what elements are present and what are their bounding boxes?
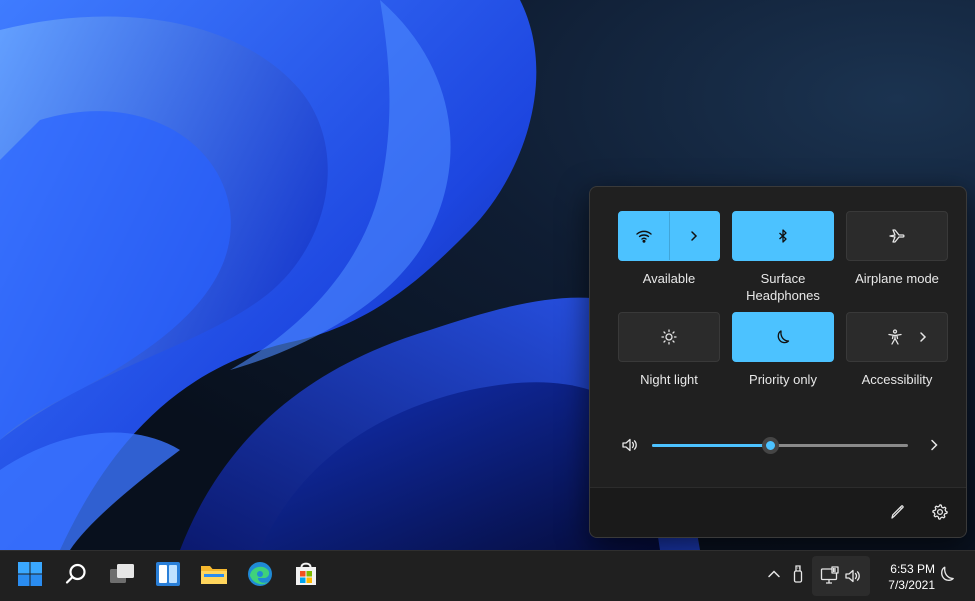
file-explorer-icon (200, 562, 228, 591)
night-light-tile[interactable] (618, 312, 720, 362)
tile-label: Night light (640, 372, 698, 387)
wifi-icon (634, 226, 654, 246)
show-hidden-icons-button[interactable] (764, 566, 784, 586)
bluetooth-icon (773, 226, 793, 246)
moon-icon (773, 327, 793, 347)
chevron-right-icon (913, 327, 933, 347)
tile-accessibility: Accessibility (846, 312, 948, 388)
volume-slider-thumb[interactable] (761, 437, 779, 454)
start-button[interactable] (16, 561, 44, 592)
usb-icon (791, 564, 805, 589)
moon-icon (938, 565, 956, 588)
taskbar: 6:53 PM 7/3/2021 (0, 550, 975, 601)
bluetooth-tile[interactable] (732, 211, 834, 261)
tile-label: Available (642, 271, 696, 286)
file-explorer-button[interactable] (200, 562, 228, 590)
tile-night-light: Night light (618, 312, 720, 388)
widgets-button[interactable] (154, 561, 182, 592)
taskbar-clock[interactable]: 6:53 PM 7/3/2021 (875, 561, 935, 593)
task-view-button[interactable] (108, 562, 136, 590)
search-button[interactable] (62, 562, 90, 590)
usb-tray-button[interactable] (788, 564, 808, 589)
chevron-right-icon (684, 226, 704, 246)
tile-label: Surface Headphones (746, 271, 820, 303)
tile-focus-assist: Priority only (732, 312, 834, 388)
speaker-icon[interactable] (620, 435, 640, 455)
wifi-more-button[interactable] (668, 212, 720, 260)
clock-date: 7/3/2021 (888, 578, 935, 592)
volume-row (618, 433, 940, 457)
brightness-icon (659, 327, 679, 347)
widgets-icon (155, 561, 181, 592)
gear-icon[interactable] (930, 502, 950, 522)
accessibility-tile[interactable] (846, 312, 948, 362)
quick-settings-footer (590, 487, 966, 537)
tile-label: Airplane mode (855, 271, 939, 286)
windows-start-icon (17, 561, 43, 592)
clock-time: 6:53 PM (890, 562, 935, 576)
accessibility-icon (885, 327, 905, 347)
accessibility-more-button[interactable] (909, 313, 948, 361)
accessibility-toggle[interactable] (847, 313, 909, 361)
store-icon (293, 561, 319, 592)
search-icon (64, 562, 88, 591)
speaker-icon (844, 566, 864, 591)
tile-label: Priority only (749, 372, 817, 387)
volume-slider-fill (652, 444, 770, 447)
task-view-icon (109, 562, 135, 591)
tile-bluetooth: Surface Headphones (732, 211, 834, 304)
wifi-tile[interactable] (618, 211, 720, 261)
quick-settings-tiles: Available Surface Headphones Airplane mo… (618, 211, 948, 391)
pencil-icon[interactable] (888, 502, 908, 522)
network-volume-tray-group[interactable] (812, 556, 870, 596)
wifi-toggle[interactable] (619, 212, 669, 260)
focus-assist-tile[interactable] (732, 312, 834, 362)
focus-assist-tray-button[interactable] (937, 566, 957, 586)
tile-airplane: Airplane mode (846, 211, 948, 287)
airplane-mode-tile[interactable] (846, 211, 948, 261)
edge-icon (247, 561, 273, 592)
network-icon (820, 566, 840, 591)
airplane-icon (887, 226, 907, 246)
store-button[interactable] (292, 562, 320, 590)
chevron-right-icon[interactable] (924, 435, 944, 455)
volume-slider[interactable] (652, 437, 908, 454)
quick-settings-flyout: Available Surface Headphones Airplane mo… (589, 186, 967, 538)
chevron-up-icon (767, 567, 781, 586)
tile-label: Accessibility (861, 372, 933, 387)
tile-wifi: Available (618, 211, 720, 287)
edge-button[interactable] (246, 561, 274, 592)
